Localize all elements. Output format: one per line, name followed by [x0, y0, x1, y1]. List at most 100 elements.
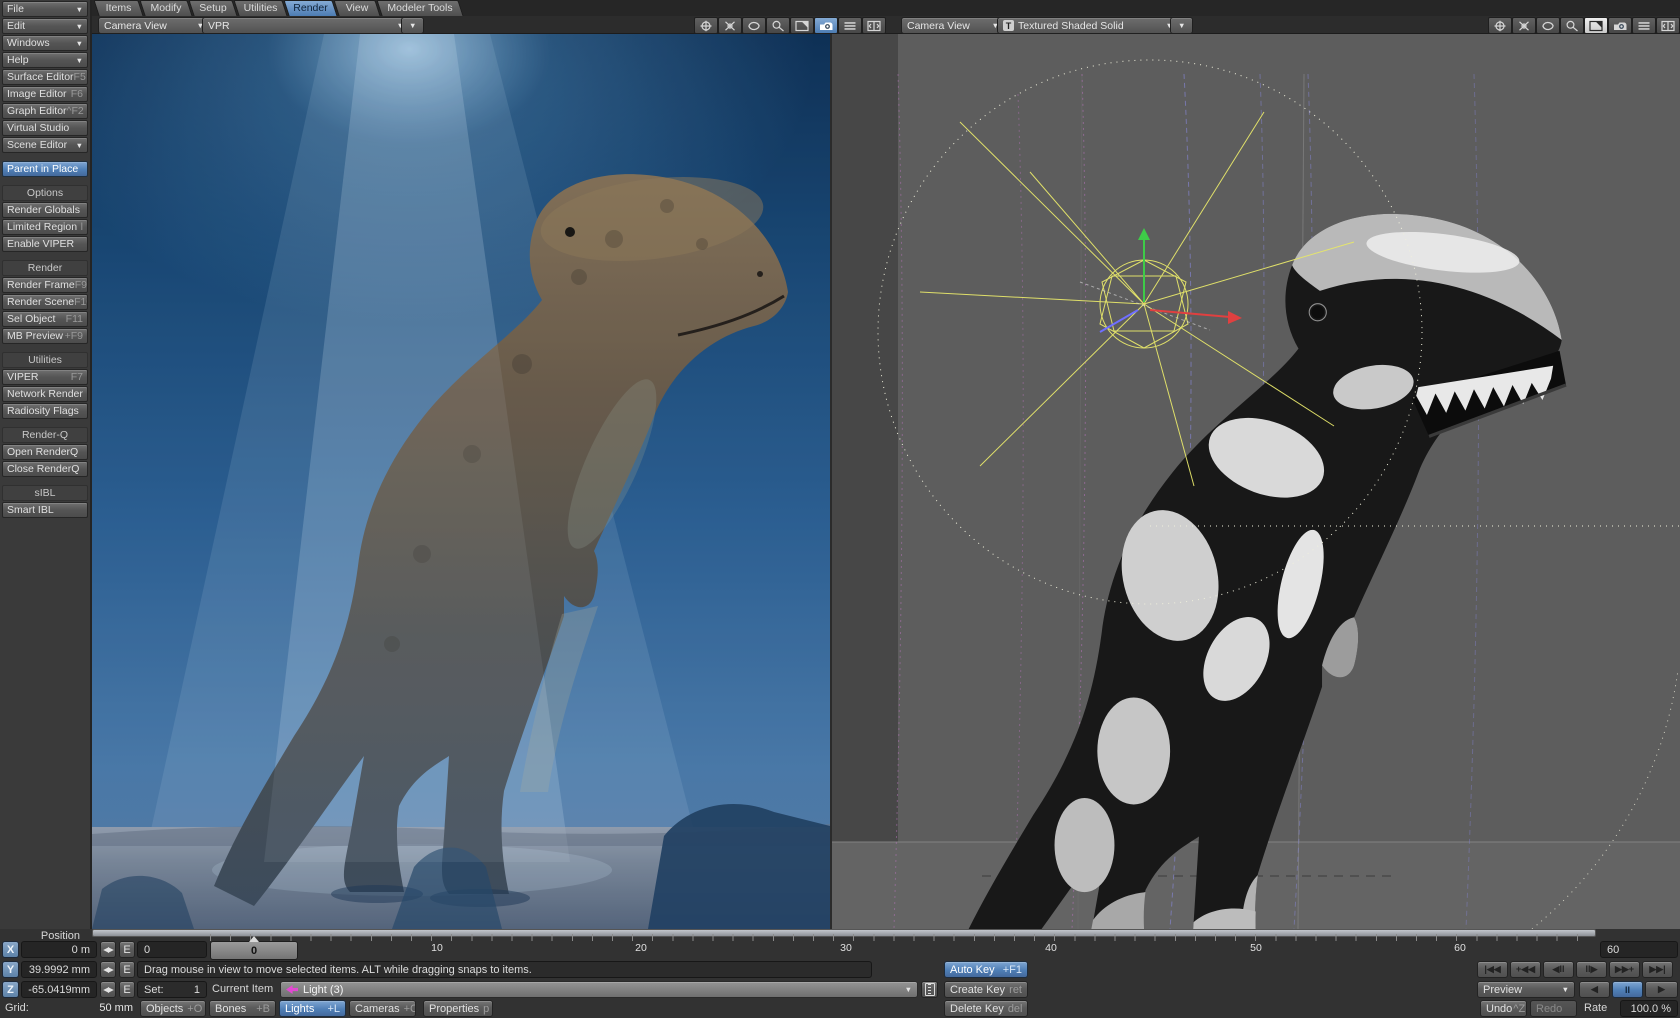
rate-field[interactable]: 100.0 % — [1620, 1000, 1678, 1017]
viewport-layout-icon[interactable] — [862, 17, 886, 34]
x-position-field[interactable]: 0 m — [21, 941, 97, 958]
next-key-button[interactable]: ▶▶+ — [1609, 961, 1640, 978]
tab-modeler-tools[interactable]: Modeler Tools — [376, 0, 463, 16]
render-frame-button[interactable]: Render FrameF9 — [2, 277, 88, 293]
x-envelope-button[interactable]: E — [119, 941, 135, 958]
render-globals-button[interactable]: Render Globals — [2, 202, 88, 218]
pause-button[interactable]: II — [1612, 981, 1643, 998]
undo-button[interactable]: Undo^Z — [1480, 1000, 1527, 1017]
camera-toggle-icon[interactable] — [1608, 17, 1632, 34]
edit-bones-button[interactable]: Bones+B — [209, 1000, 276, 1017]
surface-editor-button[interactable]: Surface EditorF5 — [2, 69, 88, 85]
pan-icon[interactable] — [1488, 17, 1512, 34]
properties-button[interactable]: Propertiesp — [423, 1000, 493, 1017]
menu-edit[interactable]: Edit▼ — [2, 18, 88, 34]
virtual-studio-button[interactable]: Virtual Studio — [2, 120, 88, 136]
section-render: Render — [2, 260, 88, 276]
frame-label: 20 — [635, 942, 647, 954]
rotate-icon[interactable] — [718, 17, 742, 34]
first-frame-field[interactable]: 0 — [137, 941, 207, 958]
edit-objects-button[interactable]: Objects+O — [140, 1000, 206, 1017]
right-render-mode-dropdown[interactable]: TTextured Shaded Solid▼ — [997, 17, 1179, 34]
item-properties-button[interactable] — [921, 981, 938, 998]
maximize-icon[interactable] — [1584, 17, 1608, 34]
render-scene-button[interactable]: Render SceneF10 — [2, 294, 88, 310]
edit-lights-button[interactable]: Lights+L — [279, 1000, 346, 1017]
last-frame-field[interactable]: 60 — [1600, 941, 1678, 958]
left-view-type-dropdown[interactable]: Camera View▼ — [98, 17, 210, 34]
menu-icon[interactable] — [1632, 17, 1656, 34]
y-stepper[interactable]: ◀▶ — [100, 961, 116, 978]
play-reverse-button[interactable]: ◀ — [1579, 981, 1610, 998]
menu-label: Edit — [7, 20, 25, 32]
timeline-track[interactable]: 10 20 30 40 50 60 0 — [210, 941, 1594, 958]
zoom-icon[interactable] — [766, 17, 790, 34]
go-to-last-frame-button[interactable]: ▶▶| — [1642, 961, 1673, 978]
maximize-icon[interactable] — [790, 17, 814, 34]
zoom-icon[interactable] — [1560, 17, 1584, 34]
sel-object-button[interactable]: Sel ObjectF11 — [2, 311, 88, 327]
redo-button[interactable]: Redo — [1530, 1000, 1577, 1017]
recenter-icon[interactable] — [1536, 17, 1560, 34]
x-axis-badge[interactable]: X — [2, 941, 19, 958]
go-to-first-frame-button[interactable]: |◀◀ — [1477, 961, 1508, 978]
right-viewport-options-dropdown[interactable]: ▼ — [1170, 17, 1193, 34]
mb-preview-button[interactable]: MB Preview+F9 — [2, 328, 88, 344]
recenter-icon[interactable] — [742, 17, 766, 34]
viper-button[interactable]: VIPERF7 — [2, 369, 88, 385]
z-stepper[interactable]: ◀▶ — [100, 981, 116, 998]
y-envelope-button[interactable]: E — [119, 961, 135, 978]
delete-key-button[interactable]: Delete Keydel — [944, 1000, 1028, 1017]
menu-icon[interactable] — [838, 17, 862, 34]
frame-slider-handle[interactable]: 0 — [210, 941, 298, 960]
network-render-button[interactable]: Network Render — [2, 386, 88, 402]
frame-ruler[interactable] — [210, 934, 1594, 941]
z-position-field[interactable]: -65.0419mm — [21, 981, 97, 998]
smart-ibl-button[interactable]: Smart IBL — [2, 502, 88, 518]
menu-help[interactable]: Help▼ — [2, 52, 88, 68]
next-frame-button[interactable]: II▶ — [1576, 961, 1607, 978]
tab-setup[interactable]: Setup — [188, 0, 237, 16]
create-key-button[interactable]: Create Keyret — [944, 981, 1028, 998]
camera-toggle-icon[interactable] — [814, 17, 838, 34]
previous-key-button[interactable]: +◀◀ — [1510, 961, 1541, 978]
z-envelope-button[interactable]: E — [119, 981, 135, 998]
chevron-down-icon: ▼ — [72, 39, 83, 48]
menu-file[interactable]: File▼ — [2, 1, 88, 17]
parent-in-place-toggle[interactable]: Parent in Place — [2, 161, 88, 177]
current-item-dropdown[interactable]: Light (3)▼ — [280, 981, 918, 998]
play-forward-button[interactable]: ▶ — [1645, 981, 1678, 998]
pan-icon[interactable] — [694, 17, 718, 34]
radiosity-flags-button[interactable]: Radiosity Flags — [2, 403, 88, 419]
previous-frame-button[interactable]: ◀II — [1543, 961, 1574, 978]
tab-utilities[interactable]: Utilities — [233, 0, 287, 16]
rotate-icon[interactable] — [1512, 17, 1536, 34]
vpr-render-viewport[interactable] — [92, 34, 830, 929]
image-editor-button[interactable]: Image EditorF6 — [2, 86, 88, 102]
graph-editor-button[interactable]: Graph Editor^F2 — [2, 103, 88, 119]
preview-dropdown[interactable]: Preview▼ — [1477, 981, 1575, 998]
edit-cameras-button[interactable]: Cameras+C — [349, 1000, 416, 1017]
left-viewport-options-dropdown[interactable]: ▼ — [401, 17, 424, 34]
menu-windows[interactable]: Windows▼ — [2, 35, 88, 51]
close-renderq-button[interactable]: Close RenderQ — [2, 461, 88, 477]
left-render-mode-dropdown[interactable]: VPR▼ — [202, 17, 410, 34]
tab-view[interactable]: View — [333, 0, 380, 16]
viewport-layout-icon[interactable] — [1656, 17, 1680, 34]
frame-label: 50 — [1250, 942, 1262, 954]
opengl-shaded-viewport[interactable] — [832, 34, 1680, 929]
x-stepper[interactable]: ◀▶ — [100, 941, 116, 958]
scene-editor-button[interactable]: Scene Editor▼ — [2, 137, 88, 153]
limited-region-button[interactable]: Limited Regionl — [2, 219, 88, 235]
enable-viper-button[interactable]: Enable VIPER — [2, 236, 88, 252]
section-utilities: Utilities — [2, 352, 88, 368]
y-position-field[interactable]: 39.9992 mm — [21, 961, 97, 978]
z-axis-badge[interactable]: Z — [2, 981, 19, 998]
auto-key-toggle[interactable]: Auto Key+F1 — [944, 961, 1028, 978]
right-view-type-dropdown[interactable]: Camera View▼ — [901, 17, 1005, 34]
tab-render[interactable]: Render — [283, 0, 337, 16]
tab-items[interactable]: Items — [93, 0, 143, 16]
open-renderq-button[interactable]: Open RenderQ — [2, 444, 88, 460]
tab-modify[interactable]: Modify — [139, 0, 192, 16]
y-axis-badge[interactable]: Y — [2, 961, 19, 978]
